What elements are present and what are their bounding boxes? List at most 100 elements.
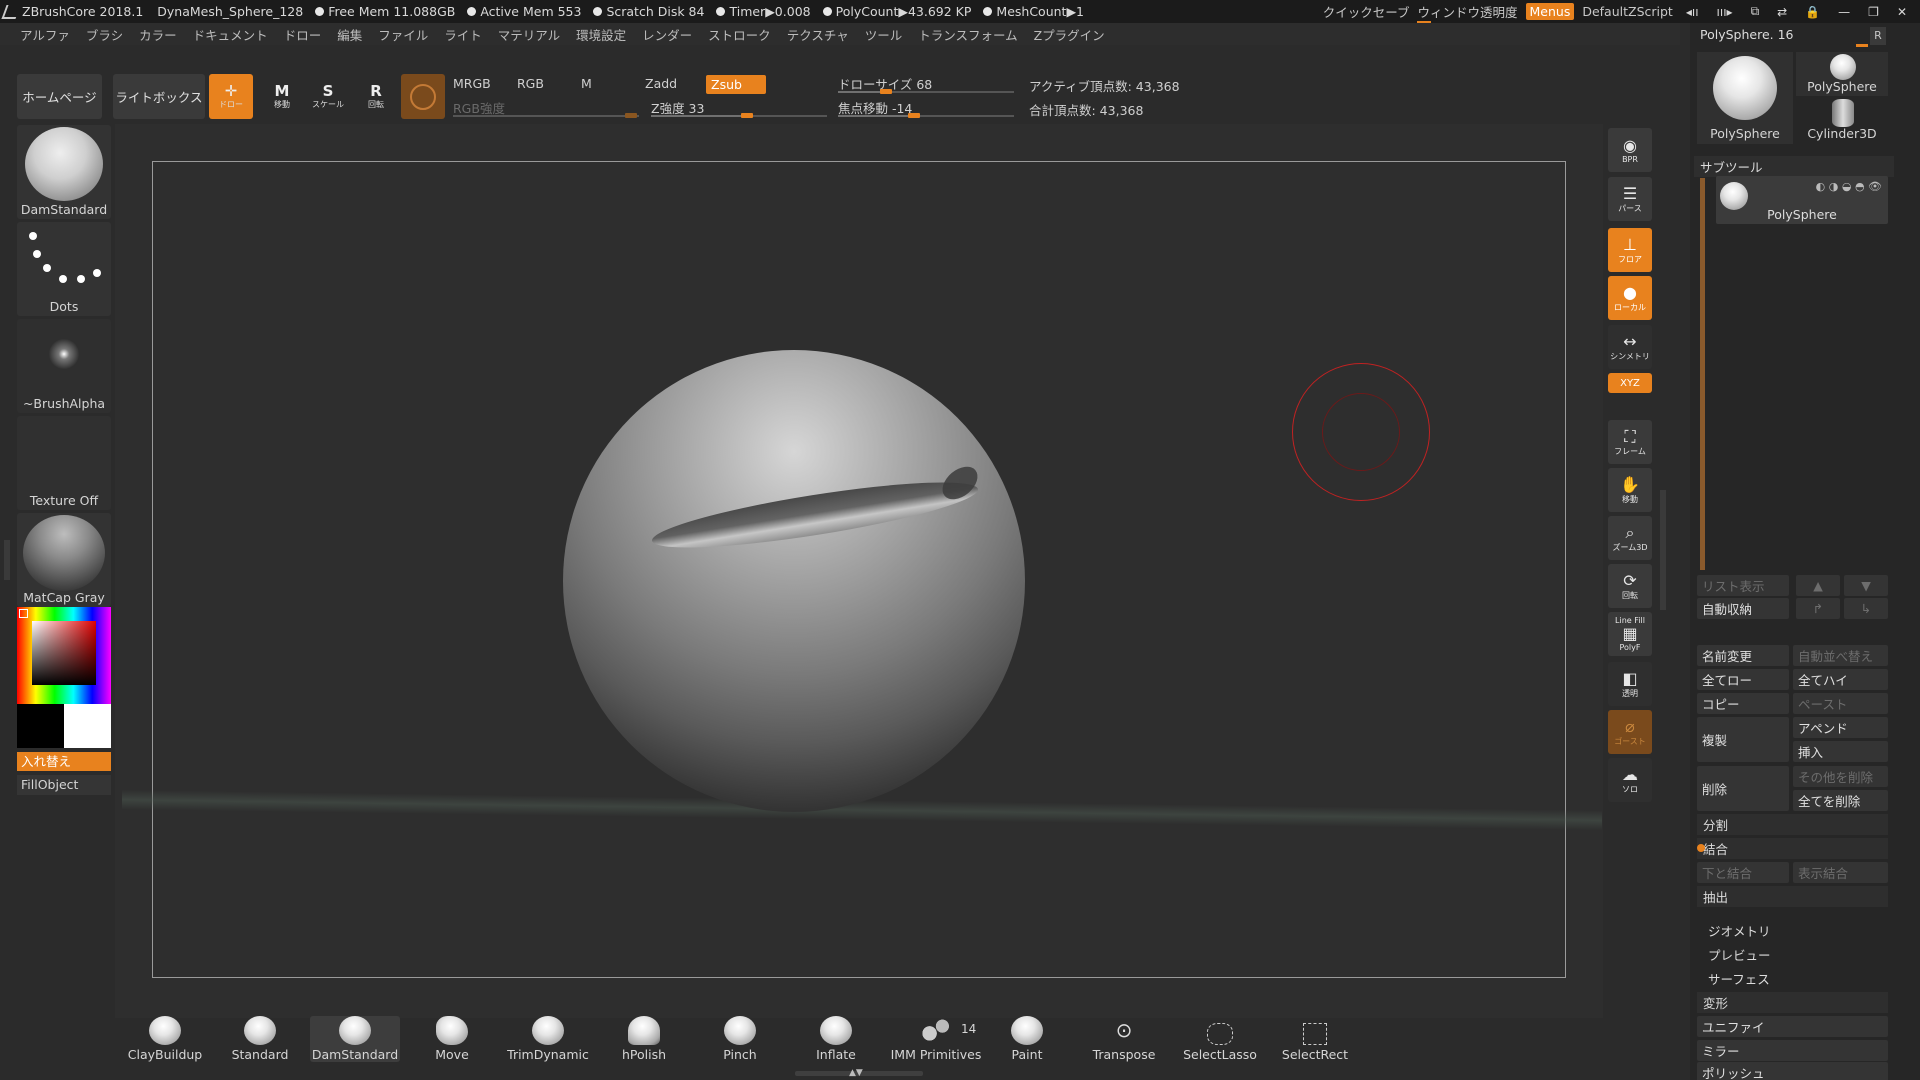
rgb-button[interactable]: RGB: [517, 76, 544, 91]
stroke-selector[interactable]: Dots: [17, 222, 111, 316]
tool-r-button[interactable]: R: [1870, 27, 1886, 45]
rgb-intensity-slider[interactable]: [453, 113, 639, 118]
draw-size-knob[interactable]: [880, 89, 892, 94]
polish-slider[interactable]: ポリッシュ: [1697, 1062, 1888, 1080]
menu-material[interactable]: マテリアル: [490, 25, 568, 44]
focal-shift-knob[interactable]: [908, 113, 920, 118]
unify-button[interactable]: ユニファイ: [1697, 1016, 1888, 1037]
brush-trimdynamic[interactable]: TrimDynamic: [503, 1016, 593, 1062]
texture-selector[interactable]: Texture Off: [17, 416, 111, 510]
lightbox-button[interactable]: ライトボックス: [113, 74, 205, 119]
mirror-button[interactable]: ミラー: [1697, 1040, 1888, 1061]
subtool-header[interactable]: サブツール: [1694, 156, 1894, 177]
zadd-button[interactable]: Zadd: [645, 76, 677, 91]
menu-render[interactable]: レンダー: [634, 25, 700, 44]
secondary-color-swatch[interactable]: [17, 704, 64, 748]
subtool-item-polysphere[interactable]: ◐ ◑ ◒ ◓ 👁 PolySphere: [1716, 176, 1888, 224]
layout-toggle-icon[interactable]: ◂ıı: [1681, 5, 1704, 19]
paste-button[interactable]: ペースト: [1793, 693, 1888, 714]
arrow-down-right-icon[interactable]: ↳: [1844, 598, 1888, 619]
merge-down-button[interactable]: 下と結合: [1697, 862, 1789, 883]
minimize-icon[interactable]: —: [1833, 5, 1855, 19]
menu-light[interactable]: ライト: [436, 25, 490, 44]
menu-texture[interactable]: テクスチャ: [779, 25, 857, 44]
geometry-section[interactable]: ジオメトリ: [1702, 920, 1888, 941]
brush-inflate[interactable]: Inflate: [791, 1016, 881, 1062]
layout-toggle-2-icon[interactable]: ııı▸: [1712, 5, 1738, 19]
solo-button[interactable]: ☁ ソロ: [1608, 758, 1652, 802]
floor-button[interactable]: ⊥ フロア: [1608, 228, 1652, 272]
bpr-render-button[interactable]: ◉ BPR: [1608, 128, 1652, 172]
menu-zplugin[interactable]: Zプラグイン: [1026, 25, 1113, 44]
draw-size-slider[interactable]: [838, 89, 1014, 94]
lock-icon[interactable]: 🔒: [1800, 5, 1825, 19]
menu-color[interactable]: カラー: [131, 25, 185, 44]
menu-edit[interactable]: 編集: [329, 25, 370, 44]
color-picker[interactable]: [17, 607, 111, 704]
homepage-button[interactable]: ホームページ: [17, 74, 102, 119]
menu-transform[interactable]: トランスフォーム: [910, 25, 1025, 44]
auto-reorder-button[interactable]: 自動並べ替え: [1793, 645, 1888, 666]
xyz-button[interactable]: XYZ: [1608, 373, 1652, 393]
brush-standard[interactable]: Standard: [215, 1016, 305, 1062]
subtool-visibility-icon[interactable]: ◐ ◑ ◒ ◓ 👁: [1816, 180, 1882, 193]
menu-preferences[interactable]: 環境設定: [568, 25, 634, 44]
menu-brush[interactable]: ブラシ: [78, 25, 131, 44]
tool-thumb-cylinder3d[interactable]: Cylinder3D: [1796, 99, 1888, 143]
list-view-button[interactable]: リスト表示: [1697, 575, 1789, 596]
merge-visible-button[interactable]: 表示結合: [1793, 862, 1888, 883]
alpha-selector[interactable]: ~BrushAlpha: [17, 319, 111, 413]
move-view-button[interactable]: ✋ 移動: [1608, 468, 1652, 512]
material-selector[interactable]: MatCap Gray: [17, 513, 111, 607]
line-fill-polyf-button[interactable]: Line Fill ▦ PolyF: [1608, 612, 1652, 656]
brush-pinch[interactable]: Pinch: [695, 1016, 785, 1062]
surface-section[interactable]: サーフェス: [1702, 968, 1888, 989]
transparency-button[interactable]: ◧ 透明: [1608, 662, 1652, 706]
move-up-icon[interactable]: ▲: [1796, 575, 1840, 596]
switch-color-button[interactable]: 入れ替え: [17, 752, 111, 771]
rotate-mode-button[interactable]: R 回転: [354, 74, 398, 119]
rotate-view-button[interactable]: ⟳ 回転: [1608, 564, 1652, 608]
menu-document[interactable]: ドキュメント: [185, 25, 276, 44]
window-transparency-slider[interactable]: ウィンドウ透明度: [1417, 2, 1518, 24]
extract-section[interactable]: 抽出: [1697, 886, 1888, 907]
menu-stroke[interactable]: ストローク: [700, 25, 779, 44]
default-zscript-button[interactable]: DefaultZScript: [1582, 4, 1673, 19]
ghost-button[interactable]: ⌀ ゴースト: [1608, 710, 1652, 754]
menus-button[interactable]: Menus: [1525, 3, 1575, 20]
delete-other-button[interactable]: その他を削除: [1793, 766, 1888, 787]
append-button[interactable]: アペンド: [1793, 717, 1888, 738]
all-high-button[interactable]: 全てハイ: [1793, 669, 1888, 690]
z-intensity-knob[interactable]: [741, 113, 753, 118]
bottom-tray-arrows-icon[interactable]: ▲▼: [849, 1068, 863, 1078]
m-button[interactable]: M: [581, 76, 592, 91]
brush-damstandard[interactable]: DamStandard: [310, 1016, 400, 1062]
close-icon[interactable]: ✕: [1892, 5, 1912, 19]
brush-hpolish[interactable]: hPolish: [599, 1016, 689, 1062]
mrgb-button[interactable]: MRGB: [453, 76, 491, 91]
tool-thumb-polysphere-small[interactable]: PolySphere: [1796, 52, 1888, 96]
brush-selector[interactable]: DamStandard: [17, 125, 111, 219]
copy-button[interactable]: コピー: [1697, 693, 1789, 714]
material-swatch-button[interactable]: [401, 74, 445, 119]
merge-section[interactable]: 結合: [1697, 838, 1888, 859]
color-sv-square[interactable]: [32, 621, 96, 685]
preview-section[interactable]: プレビュー: [1702, 944, 1888, 965]
main-color-swatch[interactable]: [64, 704, 111, 748]
deformation-section[interactable]: 変形: [1697, 992, 1888, 1013]
polysphere-mesh[interactable]: [563, 350, 1025, 812]
symmetry-button[interactable]: ↔ シンメトリ: [1608, 325, 1652, 369]
split-section[interactable]: 分割: [1697, 814, 1888, 835]
tool-selectrect[interactable]: SelectRect: [1270, 1016, 1360, 1062]
maximize-icon[interactable]: ❐: [1863, 5, 1884, 19]
fill-object-button[interactable]: FillObject: [17, 775, 111, 795]
rgb-intensity-knob[interactable]: [625, 113, 637, 118]
perspective-button[interactable]: ☰ パース: [1608, 177, 1652, 221]
brush-paint[interactable]: Paint: [982, 1016, 1072, 1062]
delete-all-button[interactable]: 全てを削除: [1793, 790, 1888, 811]
restore-layout-icon[interactable]: ⧉: [1746, 4, 1765, 19]
local-button[interactable]: ● ローカル: [1608, 276, 1652, 320]
delete-button[interactable]: 削除: [1697, 766, 1789, 811]
subtool-scrollbar[interactable]: [1700, 178, 1705, 570]
draw-mode-button[interactable]: ✛ ドロー: [209, 74, 253, 119]
